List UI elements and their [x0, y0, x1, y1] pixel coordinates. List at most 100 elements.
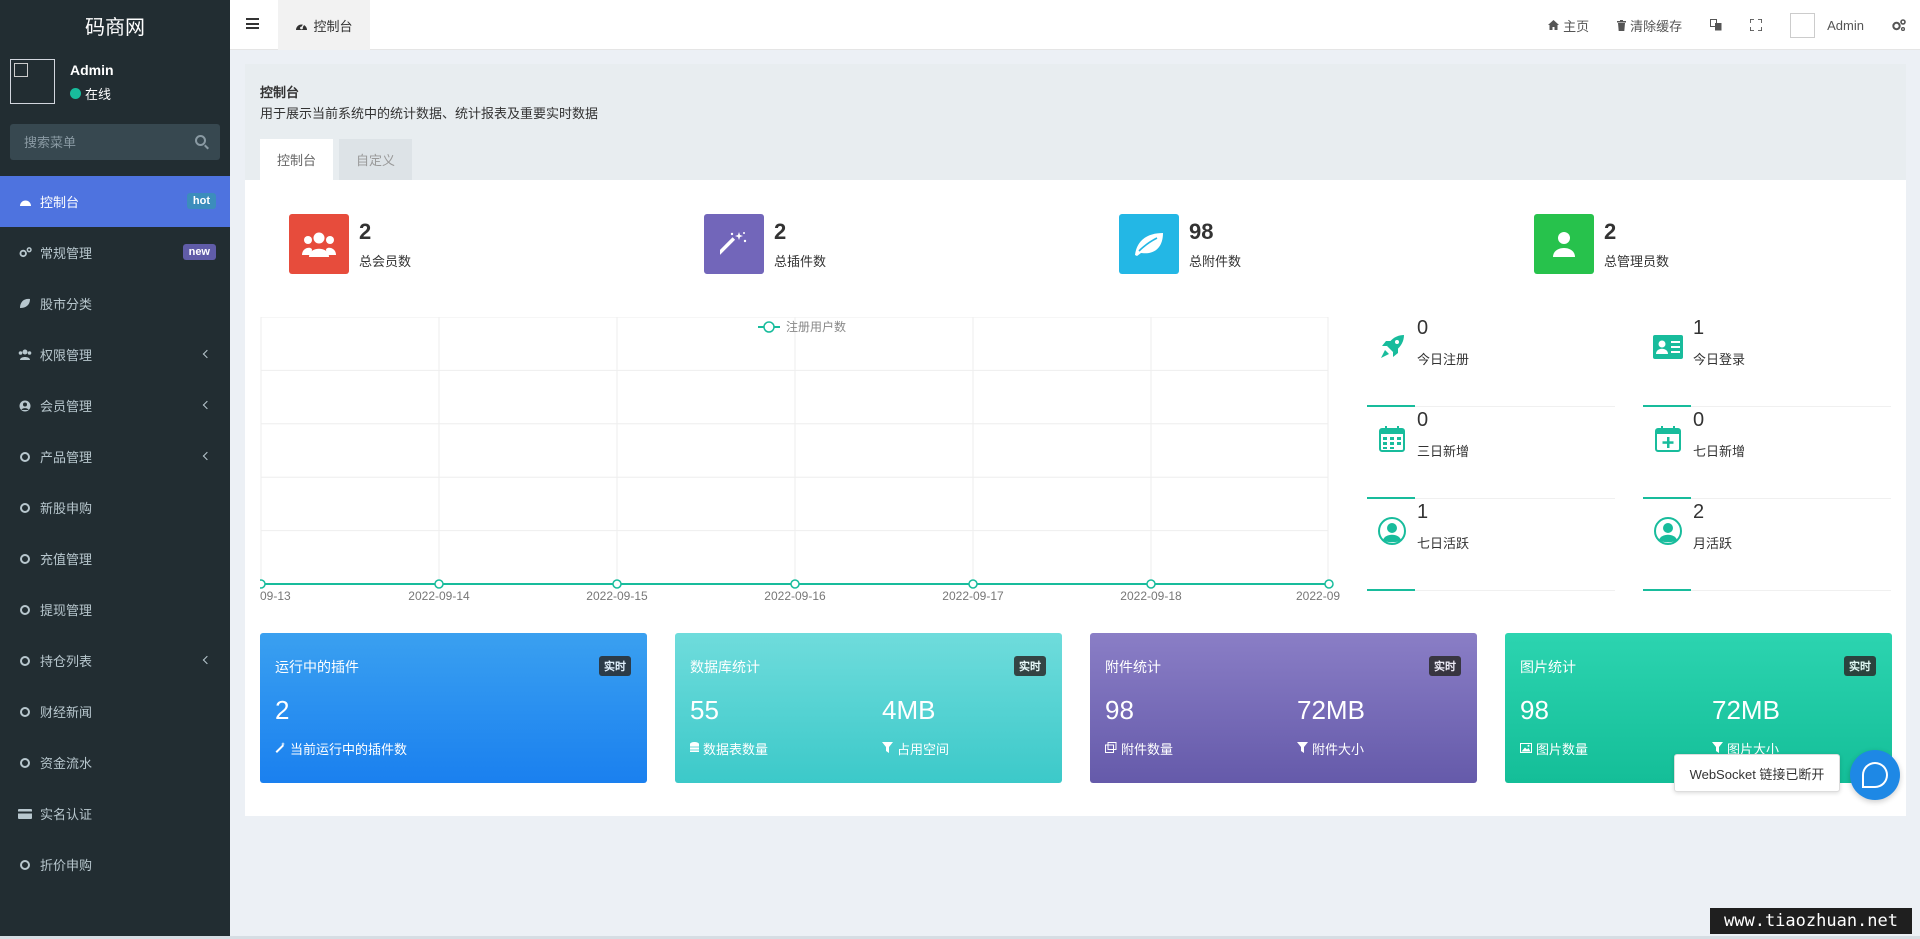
language-button[interactable]: [1696, 19, 1736, 31]
app-logo[interactable]: 码商网: [0, 0, 230, 50]
tab-dashboard-panel[interactable]: 控制台: [260, 139, 334, 180]
rocket-icon: [1377, 332, 1407, 362]
settings-button[interactable]: [1878, 19, 1920, 31]
stat-label: 总附件数: [1189, 253, 1242, 269]
sidebar-item-8[interactable]: 提现管理: [0, 584, 230, 635]
main-content: 控制台 用于展示当前系统中的统计数据、统计报表及重要实时数据 控制台 自定义 2…: [245, 64, 1906, 816]
sidebar-item-5[interactable]: 产品管理: [0, 431, 230, 482]
stat-box-1: 2 总插件数: [704, 214, 826, 274]
mini-stat-underline: [1643, 497, 1691, 499]
broken-image-icon: [14, 63, 28, 77]
tab-dashboard[interactable]: 控制台: [278, 0, 370, 50]
tab-dashboard-label: 控制台: [313, 18, 353, 34]
mini-stat-0: 0 今日注册: [1367, 317, 1615, 407]
sidebar-search: [10, 124, 220, 160]
sidebar-item-12[interactable]: 实名认证: [0, 788, 230, 839]
header-actions: 主页 清除缓存 Admin: [1534, 0, 1920, 50]
credit-card-icon: [18, 808, 32, 819]
card-icon: [275, 741, 286, 756]
sidebar-item-3[interactable]: 权限管理: [0, 329, 230, 380]
sidebar-item-label: 权限管理: [40, 348, 93, 363]
circle-icon: [18, 553, 32, 564]
websocket-tooltip: WebSocket 链接已断开: [1674, 754, 1840, 792]
user-status-text: 在线: [85, 87, 112, 102]
admin-name: Admin: [1827, 17, 1864, 33]
tab-custom[interactable]: 自定义: [339, 139, 413, 180]
sidebar-item-0[interactable]: 控制台 hot: [0, 176, 230, 227]
chevron-left-icon: [202, 349, 212, 359]
realtime-tag: 实时: [1429, 656, 1461, 676]
calendar-plus-icon: [1653, 424, 1683, 454]
mini-stat-label: 月活跃: [1693, 536, 1733, 551]
card-title: 运行中的插件: [275, 659, 359, 675]
sidebar-item-6[interactable]: 新股申购: [0, 482, 230, 533]
search-icon[interactable]: [195, 135, 206, 146]
mini-stat-4: 1 七日活跃: [1367, 501, 1615, 591]
mini-stat-label: 七日活跃: [1417, 536, 1470, 551]
search-menu-input[interactable]: [10, 124, 220, 160]
mini-stat-label: 今日登录: [1693, 352, 1746, 367]
sidebar-item-7[interactable]: 充值管理: [0, 533, 230, 584]
legend-label: 注册用户数: [786, 319, 846, 334]
stat-card-0: 运行中的插件 实时 2 当前运行中的插件数: [260, 633, 647, 783]
stat-value: 2: [774, 218, 787, 244]
card-second-label: 占用空间: [882, 739, 949, 758]
sidebar-toggle-icon[interactable]: [246, 18, 259, 29]
sidebar-item-label: 常规管理: [40, 246, 93, 261]
clear-cache-button[interactable]: 清除缓存: [1603, 16, 1696, 35]
sidebar-item-13[interactable]: 折价申购: [0, 839, 230, 890]
sidebar-item-9[interactable]: 持仓列表: [0, 635, 230, 686]
stat-box-0: 2 总会员数: [289, 214, 411, 274]
sidebar-item-1[interactable]: 常规管理 new: [0, 227, 230, 278]
mini-stat-label: 七日新增: [1693, 444, 1746, 459]
calendar-icon: [1377, 424, 1407, 454]
sidebar-menu: 控制台 hot 常规管理 new 股市分类权限管理会员管理产品管理新股申购充值管理提现管…: [0, 176, 230, 890]
sidebar-item-4[interactable]: 会员管理: [0, 380, 230, 431]
stat-box-2: 98 总附件数: [1119, 214, 1241, 274]
sidebar-item-label: 充值管理: [40, 552, 93, 567]
cogs-icon: [1892, 19, 1906, 31]
card-title: 数据库统计: [690, 659, 760, 675]
mini-stat-2: 0 三日新增: [1367, 409, 1615, 499]
sidebar-item-10[interactable]: 财经新闻: [0, 686, 230, 737]
home-link[interactable]: 主页: [1534, 16, 1603, 35]
sidebar-item-11[interactable]: 资金流水: [0, 737, 230, 788]
register-users-chart: 09-13 2022-09-14 2022-09-15 2022-09-16 2022-…: [260, 317, 1340, 603]
trash-icon: [1617, 19, 1627, 31]
dashboard-icon: [296, 23, 308, 30]
page-description: 用于展示当前系统中的统计数据、统计报表及重要实时数据: [260, 106, 599, 121]
card-second-value: 72MB: [1297, 695, 1365, 725]
stat-value: 98: [1189, 218, 1214, 244]
stat-label: 总插件数: [774, 253, 827, 269]
card-main-value: 98: [1105, 695, 1134, 725]
card-second-value: 4MB: [882, 695, 936, 725]
fullscreen-button[interactable]: [1736, 19, 1776, 31]
page-title: 控制台: [260, 85, 300, 100]
admin-menu[interactable]: Admin: [1776, 12, 1878, 38]
sidebar-item-2[interactable]: 股市分类: [0, 278, 230, 329]
sidebar-item-label: 财经新闻: [40, 705, 93, 720]
filter-icon: [1297, 741, 1308, 756]
top-header: 控制台 主页 清除缓存 Admin: [230, 0, 1920, 50]
mini-stat-label: 今日注册: [1417, 352, 1470, 367]
sidebar-item-label: 提现管理: [40, 603, 93, 618]
sidebar: 码商网 Admin 在线 控制台 hot 常规管理 new 股市分类权限管理会员管理产品…: [0, 0, 230, 939]
sidebar-item-label: 资金流水: [40, 756, 93, 771]
sidebar-item-label: 实名认证: [40, 807, 93, 822]
filter-icon: [882, 741, 893, 756]
circle-icon: [18, 706, 32, 717]
user-panel: Admin 在线: [0, 50, 230, 110]
card-second-value: 72MB: [1712, 695, 1780, 725]
sidebar-item-label: 新股申购: [40, 501, 93, 516]
chat-bubble-button[interactable]: [1850, 750, 1900, 800]
online-dot-icon: [70, 88, 81, 99]
user-circle-icon: [18, 400, 32, 412]
menu-badge-hot: hot: [186, 193, 216, 209]
admin-avatar: [1790, 12, 1816, 38]
card-main-value: 55: [690, 695, 719, 725]
sidebar-item-label: 产品管理: [40, 450, 93, 465]
clear-cache-label: 清除缓存: [1630, 18, 1683, 34]
stat-icon-2: [1119, 214, 1179, 274]
x-tick-label-1: 2022-09-14: [408, 589, 470, 603]
stats-row: 2 总会员数 2 总插件数 98 总附件数 2 总管理员数: [245, 214, 1906, 278]
